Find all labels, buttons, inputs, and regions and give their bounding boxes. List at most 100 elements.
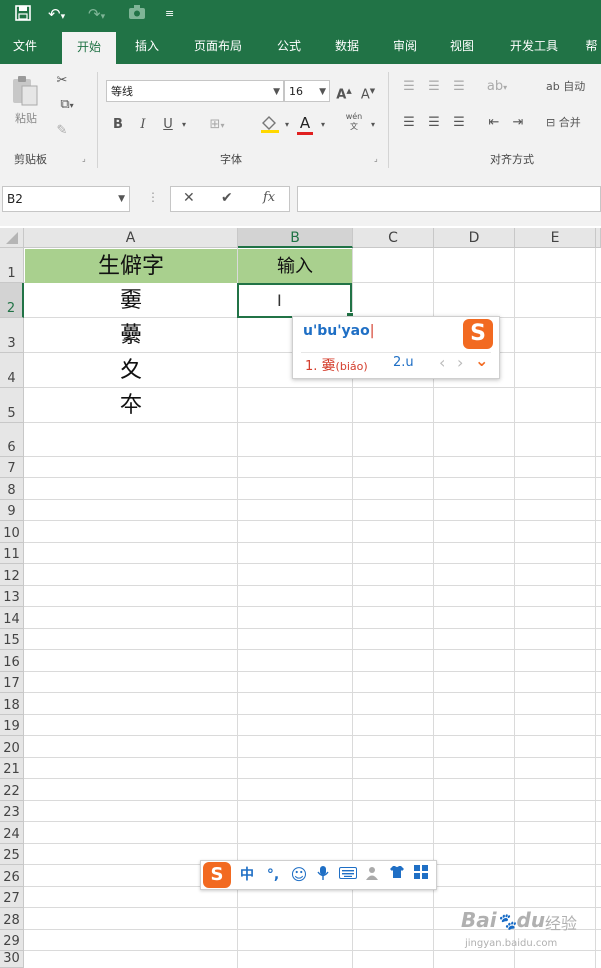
row-header-1[interactable]: 1 bbox=[0, 248, 24, 283]
expand-candidates-icon[interactable]: ⌄ bbox=[475, 351, 488, 370]
bold-button[interactable]: B bbox=[110, 116, 126, 134]
top-align-icon[interactable]: ☰ bbox=[400, 78, 418, 96]
row-header-16[interactable]: 16 bbox=[0, 650, 24, 672]
save-icon[interactable] bbox=[14, 4, 32, 27]
fill-color-dropdown-icon[interactable]: ▾ bbox=[282, 116, 292, 134]
tab-data[interactable]: 数据 bbox=[322, 28, 372, 64]
row-header-25[interactable]: 25 bbox=[0, 844, 24, 865]
clipboard-launcher-icon[interactable]: ⌟ bbox=[82, 150, 86, 168]
paste-button[interactable] bbox=[8, 74, 42, 110]
orientation-icon[interactable]: ab▾ bbox=[484, 78, 510, 97]
mic-icon[interactable] bbox=[313, 865, 333, 887]
row-header-15[interactable]: 15 bbox=[0, 629, 24, 650]
row-header-23[interactable]: 23 bbox=[0, 801, 24, 822]
copy-icon[interactable]: ⧉▾ bbox=[52, 96, 82, 115]
row-header-2[interactable]: 2 bbox=[0, 283, 24, 318]
row-header-12[interactable]: 12 bbox=[0, 564, 24, 586]
column-header-a[interactable]: A bbox=[24, 228, 238, 248]
merge-center-button[interactable]: ⊟ 合并 bbox=[546, 114, 601, 132]
row-header-6[interactable]: 6 bbox=[0, 423, 24, 457]
wrap-text-button[interactable]: ab 自动 bbox=[546, 78, 601, 96]
column-header-e[interactable]: E bbox=[515, 228, 596, 248]
row-header-29[interactable]: 29 bbox=[0, 930, 24, 951]
font-size-select[interactable]: 16 ▼ bbox=[284, 80, 330, 102]
align-left-icon[interactable]: ☰ bbox=[400, 114, 418, 132]
row-header-24[interactable]: 24 bbox=[0, 822, 24, 844]
grow-font-button[interactable]: A▲ bbox=[334, 82, 354, 104]
tab-review[interactable]: 审阅 bbox=[380, 28, 430, 64]
row-header-28[interactable]: 28 bbox=[0, 908, 24, 930]
cell-a1[interactable]: 生僻字 bbox=[25, 249, 237, 283]
punctuation-toggle[interactable]: °, bbox=[263, 865, 283, 885]
smile-icon[interactable]: ☺ bbox=[289, 865, 309, 885]
font-launcher-icon[interactable]: ⌟ bbox=[374, 150, 378, 168]
row-header-10[interactable]: 10 bbox=[0, 521, 24, 543]
phonetic-guide-button[interactable]: wén 文 bbox=[342, 112, 366, 132]
page-prev-icon[interactable]: ‹ bbox=[439, 353, 445, 372]
font-color-dropdown-icon[interactable]: ▾ bbox=[318, 116, 328, 134]
column-header-f[interactable] bbox=[596, 228, 601, 248]
borders-icon[interactable]: ⊞▾ bbox=[206, 116, 228, 135]
format-painter-icon[interactable]: ✎ bbox=[52, 122, 72, 140]
font-name-select[interactable]: 等线 ▼ bbox=[106, 80, 284, 102]
customize-qat-icon[interactable]: ≡ bbox=[165, 4, 174, 24]
row-header-22[interactable]: 22 bbox=[0, 779, 24, 801]
select-all-corner[interactable] bbox=[0, 228, 24, 248]
italic-button[interactable]: I bbox=[135, 116, 151, 134]
cell-a3[interactable]: 虆 bbox=[25, 318, 237, 352]
row-header-21[interactable]: 21 bbox=[0, 758, 24, 779]
cancel-icon[interactable]: ✕ bbox=[183, 190, 195, 206]
row-header-5[interactable]: 5 bbox=[0, 388, 24, 423]
insert-function-icon[interactable]: fx bbox=[263, 190, 275, 205]
cell-a5[interactable]: 夲 bbox=[25, 388, 237, 422]
align-right-icon[interactable]: ☰ bbox=[450, 114, 468, 132]
bottom-align-icon[interactable]: ☰ bbox=[450, 78, 468, 96]
camera-icon[interactable] bbox=[128, 4, 146, 25]
grid-icon[interactable] bbox=[411, 865, 431, 885]
phonetic-dropdown-icon[interactable]: ▾ bbox=[368, 116, 378, 134]
undo-icon[interactable]: ↶▾ bbox=[48, 4, 65, 27]
row-header-9[interactable]: 9 bbox=[0, 500, 24, 521]
tab-developer[interactable]: 开发工具 bbox=[496, 28, 572, 64]
candidate-1[interactable]: 1. 嫑(biáo) bbox=[305, 355, 368, 375]
row-header-26[interactable]: 26 bbox=[0, 865, 24, 887]
decrease-indent-icon[interactable]: ⇤ bbox=[484, 114, 504, 132]
align-center-icon[interactable]: ☰ bbox=[425, 114, 443, 132]
keyboard-icon[interactable] bbox=[338, 865, 358, 885]
row-header-3[interactable]: 3 bbox=[0, 318, 24, 353]
underline-button[interactable]: U bbox=[160, 116, 176, 134]
tab-formulas[interactable]: 公式 bbox=[264, 28, 314, 64]
column-header-c[interactable]: C bbox=[353, 228, 434, 248]
candidate-2[interactable]: 2.u bbox=[393, 355, 414, 370]
font-color-button[interactable]: A bbox=[294, 114, 316, 135]
page-next-icon[interactable]: › bbox=[457, 353, 463, 372]
cell-b1[interactable]: 输入 bbox=[238, 249, 352, 283]
chinese-mode-toggle[interactable]: 中 bbox=[237, 865, 257, 885]
tab-home[interactable]: 开始 bbox=[62, 32, 116, 64]
middle-align-icon[interactable]: ☰ bbox=[425, 78, 443, 96]
column-header-b[interactable]: B bbox=[238, 228, 353, 248]
tab-help[interactable]: 帮 bbox=[582, 28, 601, 64]
row-header-14[interactable]: 14 bbox=[0, 607, 24, 629]
row-header-20[interactable]: 20 bbox=[0, 736, 24, 758]
sogou-logo-icon[interactable]: S bbox=[203, 862, 231, 888]
cell-a4[interactable]: 夊 bbox=[25, 353, 237, 387]
name-box[interactable]: B2 ▼ bbox=[2, 186, 130, 212]
formula-input[interactable] bbox=[297, 186, 601, 212]
enter-icon[interactable]: ✔ bbox=[221, 190, 233, 206]
row-header-8[interactable]: 8 bbox=[0, 478, 24, 500]
shrink-font-button[interactable]: A▼ bbox=[358, 82, 378, 104]
row-header-17[interactable]: 17 bbox=[0, 672, 24, 693]
row-header-18[interactable]: 18 bbox=[0, 693, 24, 715]
row-header-11[interactable]: 11 bbox=[0, 543, 24, 564]
tab-view[interactable]: 视图 bbox=[437, 28, 487, 64]
tab-insert[interactable]: 插入 bbox=[122, 28, 172, 64]
row-header-27[interactable]: 27 bbox=[0, 887, 24, 908]
fill-color-icon[interactable] bbox=[256, 114, 284, 140]
increase-indent-icon[interactable]: ⇥ bbox=[508, 114, 528, 132]
column-header-d[interactable]: D bbox=[434, 228, 515, 248]
tab-page-layout[interactable]: 页面布局 bbox=[182, 28, 254, 64]
tab-file[interactable]: 文件 bbox=[0, 28, 50, 64]
redo-icon[interactable]: ↷▾ bbox=[88, 4, 105, 27]
cell-a2[interactable]: 嫑 bbox=[25, 283, 237, 317]
